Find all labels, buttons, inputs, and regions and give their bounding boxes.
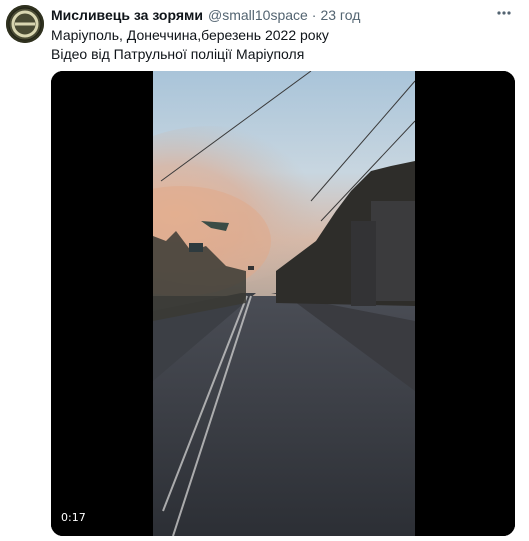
separator-dot: · bbox=[311, 7, 317, 23]
author-name[interactable]: Мисливець за зорями bbox=[51, 7, 203, 23]
more-options-button[interactable] bbox=[495, 4, 513, 22]
video-frame bbox=[51, 71, 515, 536]
video-duration-badge: 0:17 bbox=[61, 511, 86, 524]
tweet[interactable]: Мисливець за зорями @small10space · 23 г… bbox=[0, 0, 529, 541]
tweet-header: Мисливець за зорями @small10space · 23 г… bbox=[51, 5, 360, 25]
video-player[interactable]: 0:17 bbox=[51, 71, 515, 536]
tweet-text-line: Маріуполь, Донеччина,березень 2022 року bbox=[51, 27, 329, 43]
avatar[interactable] bbox=[6, 5, 44, 43]
author-handle[interactable]: @small10space bbox=[208, 7, 308, 23]
tweet-text: Маріуполь, Донеччина,березень 2022 року … bbox=[51, 26, 511, 64]
more-horizontal-icon bbox=[497, 11, 511, 15]
profile-avatar-icon bbox=[6, 5, 44, 43]
tweet-timestamp[interactable]: 23 год bbox=[320, 7, 360, 23]
tweet-text-line: Відео від Патрульної поліції Маріуполя bbox=[51, 46, 305, 62]
